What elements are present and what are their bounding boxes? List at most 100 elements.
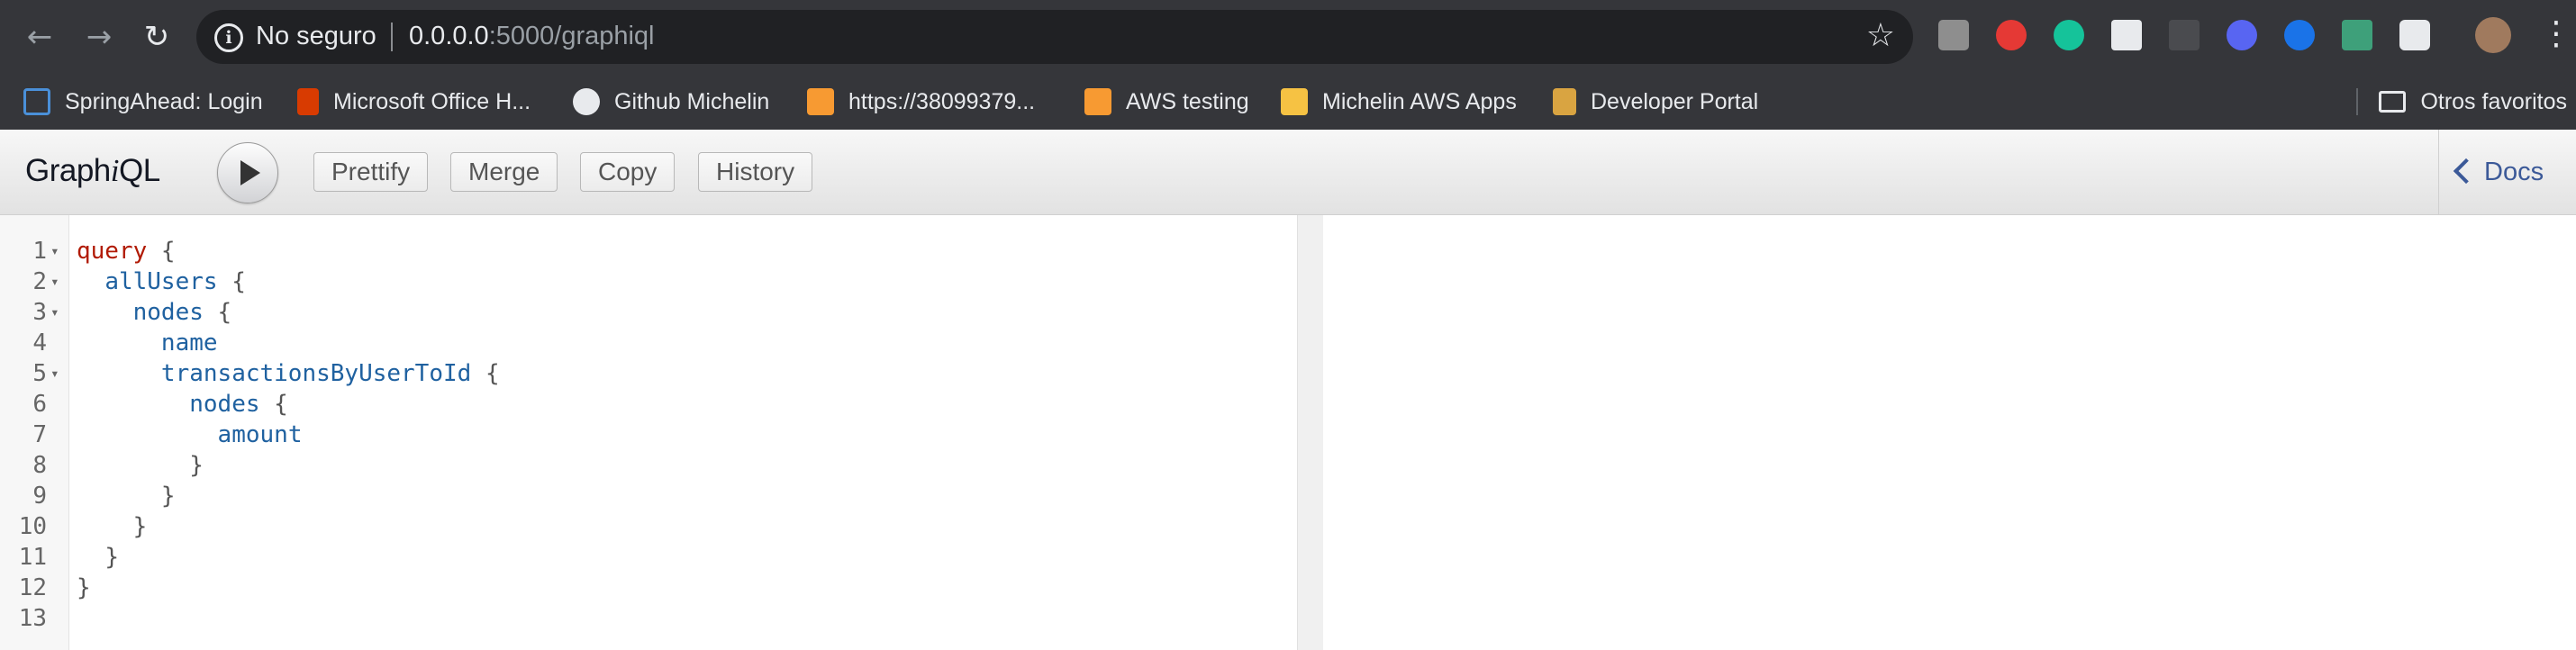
adblock-extension-icon[interactable]	[1996, 20, 2027, 50]
fold-arrow-icon[interactable]: ▾	[50, 266, 59, 297]
field-token: amount	[217, 421, 303, 448]
code-text: nodes {	[77, 389, 288, 420]
bookmarks-bar: SpringAhead: Login Microsoft Office H...…	[0, 74, 2576, 130]
docs-button[interactable]: Docs	[2438, 130, 2576, 214]
code-line[interactable]: 1 ▾ query {	[0, 236, 1297, 266]
info-icon[interactable]: i	[214, 23, 243, 52]
reload-icon[interactable]: ↻	[135, 16, 178, 58]
merge-button[interactable]: Merge	[450, 152, 558, 192]
code-text: }	[77, 542, 119, 573]
line-number: 1	[32, 238, 47, 265]
punctuation-token: {	[217, 268, 246, 295]
fold-arrow-icon[interactable]: ▾	[50, 236, 59, 266]
other-bookmarks-label: Otros favoritos	[2420, 88, 2567, 114]
line-number: 6	[32, 391, 47, 418]
line-number: 5	[32, 360, 47, 387]
onepassword-extension-icon[interactable]	[2284, 20, 2315, 50]
browser-menu-icon[interactable]: ⋮	[2540, 16, 2572, 52]
bookmark-office[interactable]: Microsoft Office H...	[297, 74, 531, 130]
code-line[interactable]: 4 name	[0, 328, 1297, 358]
profile-avatar[interactable]	[2475, 17, 2511, 53]
comment-extension-icon[interactable]	[1938, 20, 1969, 50]
grammarly-extension-icon[interactable]	[2054, 20, 2084, 50]
bookmark-label: Github Michelin	[614, 88, 770, 114]
code-line[interactable]: 7 amount	[0, 420, 1297, 450]
code-line[interactable]: 11 }	[0, 542, 1297, 573]
line-number: 4	[32, 330, 47, 357]
folder-icon	[2379, 91, 2407, 113]
reader-extension-icon[interactable]	[2399, 20, 2430, 50]
field-token: allUsers	[104, 268, 218, 295]
bookmark-github[interactable]: Github Michelin	[573, 74, 769, 130]
bookmark-aws-url[interactable]: https://38099379...	[807, 74, 1035, 130]
code-text: nodes {	[77, 297, 232, 328]
code-line[interactable]: 13	[0, 603, 1297, 634]
execute-query-button[interactable]	[217, 142, 278, 203]
forward-arrow-icon[interactable]: →	[77, 16, 121, 58]
line-number: 8	[32, 452, 47, 479]
punctuation-token: }	[104, 544, 119, 571]
code-text: }	[77, 450, 204, 481]
code-line[interactable]: 6 nodes {	[0, 389, 1297, 420]
copy-button[interactable]: Copy	[580, 152, 676, 192]
field-token: name	[160, 330, 218, 357]
pin-extension-icon[interactable]	[2342, 20, 2372, 50]
code-text: transactionsByUserToId {	[77, 358, 500, 389]
line-number: 2	[32, 268, 47, 295]
editor-resize-handle[interactable]	[1297, 215, 1324, 650]
task-extension-icon[interactable]	[2227, 20, 2257, 50]
bookmark-star-icon[interactable]: ☆	[1866, 17, 1895, 54]
bookmark-michelin-aws[interactable]: Michelin AWS Apps	[1281, 74, 1517, 130]
bookmark-springahead[interactable]: SpringAhead: Login	[23, 74, 263, 130]
punctuation-token: }	[132, 513, 148, 540]
code-text: amount	[77, 420, 303, 450]
bookmarks-divider	[2356, 88, 2358, 115]
result-panel	[1323, 215, 2576, 650]
office-icon	[297, 88, 319, 115]
code-text: allUsers {	[77, 266, 246, 297]
history-button[interactable]: History	[698, 152, 813, 192]
code-line[interactable]: 5 ▾ transactionsByUserToId {	[0, 358, 1297, 389]
fold-arrow-icon[interactable]: ▾	[50, 297, 59, 328]
title-prefix: Graph	[25, 153, 111, 188]
line-number: 11	[18, 544, 47, 571]
url-path: :5000/graphiql	[488, 22, 655, 50]
url-text[interactable]: 0.0.0.0:5000/graphiql	[409, 22, 655, 51]
back-arrow-icon[interactable]: ←	[18, 16, 61, 58]
address-bar[interactable]: i No seguro 0.0.0.0:5000/graphiql ☆	[196, 10, 1913, 64]
code-text: }	[77, 573, 91, 603]
code-line[interactable]: 9 }	[0, 481, 1297, 511]
code-line[interactable]: 3 ▾ nodes {	[0, 297, 1297, 328]
query-editor[interactable]: 1 ▾ query {2 ▾ allUsers {3 ▾ nodes {4 name 5 ▾…	[0, 215, 1297, 650]
title-suffix: QL	[119, 153, 160, 188]
punctuation-token: {	[147, 238, 176, 265]
bookmark-developer-portal[interactable]: Developer Portal	[1553, 74, 1758, 130]
screenshot-extension-icon[interactable]	[2111, 20, 2142, 50]
bookmark-label: SpringAhead: Login	[65, 88, 263, 114]
line-number: 7	[32, 421, 47, 448]
code-line[interactable]: 8 }	[0, 450, 1297, 481]
bookmark-aws-testing[interactable]: AWS testing	[1084, 74, 1249, 130]
code-line[interactable]: 10 }	[0, 511, 1297, 542]
aws-apps-icon	[1281, 88, 1308, 115]
line-number: 9	[32, 483, 47, 510]
flow-extension-icon[interactable]	[2169, 20, 2200, 50]
code-line[interactable]: 2 ▾ allUsers {	[0, 266, 1297, 297]
bookmark-other-folder[interactable]: Otros favoritos	[2379, 74, 2576, 130]
fold-arrow-icon[interactable]: ▾	[50, 358, 59, 389]
field-token: nodes	[132, 299, 204, 326]
field-token: transactionsByUserToId	[160, 360, 472, 387]
punctuation-token: }	[189, 452, 204, 479]
chevron-left-icon	[2453, 158, 2480, 185]
line-number: 12	[18, 574, 47, 601]
docs-label: Docs	[2484, 158, 2544, 186]
browser-toolbar: ← → ↻ i No seguro 0.0.0.0:5000/graphiql …	[0, 0, 2576, 74]
bookmark-label: Michelin AWS Apps	[1322, 88, 1517, 114]
code-line[interactable]: 12}	[0, 573, 1297, 603]
prettify-button[interactable]: Prettify	[313, 152, 429, 192]
